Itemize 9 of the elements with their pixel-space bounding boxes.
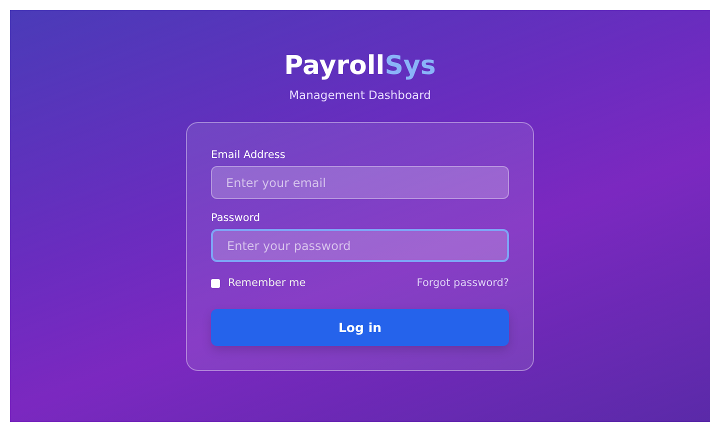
forgot-password-link[interactable]: Forgot password? bbox=[416, 277, 509, 289]
field-label: Email Address bbox=[211, 149, 286, 161]
checkbox[interactable] bbox=[211, 278, 220, 288]
field-label: Password bbox=[211, 212, 262, 224]
checkbox-label[interactable]: Remember me bbox=[228, 277, 306, 289]
app-subtitle: Management Dashboard bbox=[289, 88, 431, 102]
app-logo-title: PayrollSys bbox=[284, 50, 436, 82]
login-button[interactable]: Log in bbox=[211, 309, 509, 346]
input-field[interactable]: Enter your password bbox=[211, 229, 509, 262]
